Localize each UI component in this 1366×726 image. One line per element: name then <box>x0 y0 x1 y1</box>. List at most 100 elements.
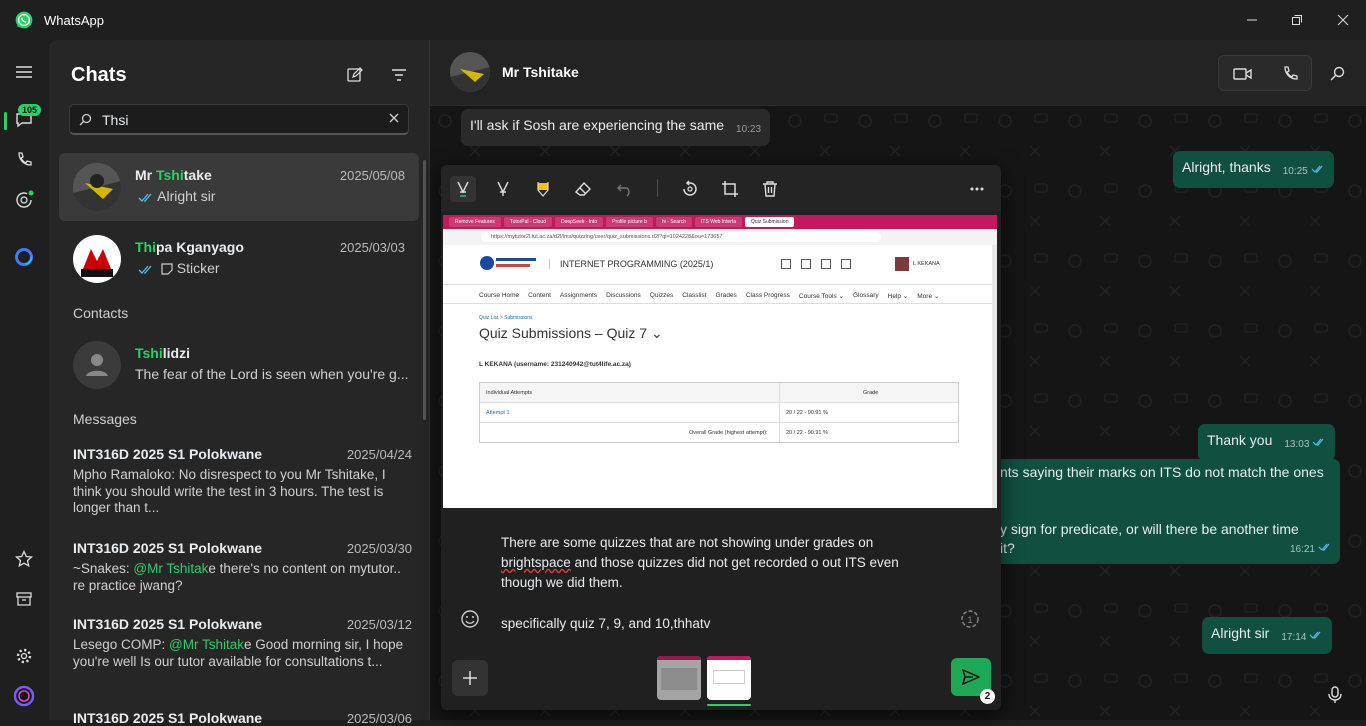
message-preview: Lesego COMP: @Mr Tshitake Good morning s… <box>73 637 404 669</box>
read-ticks-icon <box>1309 631 1321 639</box>
outgoing-message[interactable]: Alright, thanks 10:25 <box>1173 151 1334 188</box>
outgoing-message[interactable]: Alright sir 17:14 <box>1202 617 1333 654</box>
unread-badge: 105 <box>18 104 42 116</box>
media-editor-dialog: Remove Features TutorPal - Cloud DeepSee… <box>441 165 1001 710</box>
browser-url-bar: https://mytutor2l.tut.ac.za/d2l/lms/quiz… <box>443 229 997 245</box>
contact-name[interactable]: Mr Tshitake <box>502 64 579 80</box>
pen-tool-icon[interactable] <box>450 176 476 202</box>
eraser-tool-icon[interactable] <box>570 176 596 202</box>
chat-list-panel: Chats Thsi Mr Tshitake 2025/05/08 Alrigh… <box>49 40 430 726</box>
screenshot-preview[interactable]: Remove Features TutorPal - Cloud DeepSee… <box>443 215 997 508</box>
clear-search-icon[interactable] <box>388 112 400 124</box>
contacts-section-label: Contacts <box>73 305 129 321</box>
search-icon <box>79 113 92 126</box>
read-ticks-icon <box>1318 543 1330 551</box>
selected-indicator <box>707 704 751 706</box>
caption-line[interactable]: specifically quiz 7, 9, and 10,thhatv <box>501 616 710 631</box>
search-messages-icon[interactable] <box>1330 66 1345 81</box>
contact-item-tshilidzi[interactable]: Tshilidzi The fear of the Lord is seen w… <box>59 331 419 399</box>
media-thumbnail[interactable] <box>657 656 701 700</box>
chat-name: Thipa Kganyago <box>135 239 244 255</box>
table-header-row: Individual Attempts Grade <box>480 383 958 403</box>
course-nav: Course Home Content Assignments Discussions… <box>479 292 940 300</box>
meta-ai-icon[interactable] <box>10 243 38 271</box>
starred-icon[interactable] <box>10 545 38 573</box>
menu-icon[interactable] <box>10 58 38 86</box>
chat-date: 2025/03/03 <box>339 240 405 255</box>
message-date: 2025/03/30 <box>346 541 412 556</box>
status-icon[interactable] <box>10 186 38 214</box>
active-indicator <box>4 112 7 130</box>
outgoing-message[interactable]: Thank you 13:03 <box>1198 424 1336 461</box>
message-result[interactable]: INT316D 2025 S1 Polokwane 2025/03/12 Les… <box>73 616 412 687</box>
toolbar-separator <box>657 179 658 197</box>
read-ticks-icon <box>1311 165 1323 173</box>
video-call-icon[interactable] <box>1233 66 1253 82</box>
emoji-icon[interactable] <box>460 609 480 629</box>
read-ticks-icon <box>1312 438 1324 446</box>
search-box[interactable]: Thsi <box>69 104 409 135</box>
archived-icon[interactable] <box>10 585 38 613</box>
settings-icon[interactable] <box>10 642 38 670</box>
table-row: Overall Grade (highest attempt): 20 / 22 … <box>689 430 828 436</box>
media-count-badge: 2 <box>980 689 995 704</box>
sticker-icon <box>161 263 173 275</box>
message-result[interactable]: INT316D 2025 S1 Polokwane 2025/04/24 Mph… <box>73 446 412 517</box>
microphone-icon[interactable] <box>1328 686 1342 704</box>
message-date: 2025/03/12 <box>346 617 412 632</box>
user-name: L KEKANA <box>913 261 940 267</box>
marker-tool-icon[interactable] <box>490 176 516 202</box>
message-preview: ~Snakes: @Mr Tshitake there's no content… <box>73 561 401 593</box>
contact-about: The fear of the Lord is seen when you're… <box>135 366 409 382</box>
new-chat-icon[interactable] <box>344 64 366 86</box>
more-options-icon[interactable] <box>964 176 990 202</box>
undo-icon[interactable] <box>612 176 638 202</box>
add-media-button[interactable] <box>452 660 488 696</box>
rotate-icon[interactable] <box>677 176 703 202</box>
message-date: 2025/04/24 <box>346 447 412 462</box>
navigation-rail: 105 <box>0 40 49 720</box>
search-input[interactable]: Thsi <box>102 112 128 128</box>
message-date: 2025/03/06 <box>346 711 412 726</box>
editor-toolbar <box>441 165 1001 212</box>
avatar <box>73 163 121 211</box>
chats-title: Chats <box>71 64 127 86</box>
voice-call-icon[interactable] <box>1281 65 1299 83</box>
student-username: L KEKANA (username: 231240942@tut4life.a… <box>479 361 631 368</box>
title-bar: WhatsApp <box>0 0 1366 40</box>
chat-item-mr-tshitake[interactable]: Mr Tshitake 2025/05/08 Alright sir <box>59 153 419 221</box>
caption-input[interactable]: There are some quizzes that are not show… <box>501 533 941 593</box>
close-window-button[interactable] <box>1329 6 1357 34</box>
delete-icon[interactable] <box>757 176 783 202</box>
chat-date: 2025/05/08 <box>339 168 405 183</box>
preview-scrollbar[interactable] <box>992 245 997 508</box>
message-result[interactable]: INT316D 2025 S1 Polokwane 2025/03/06 <box>73 710 412 726</box>
message-result[interactable]: INT316D 2025 S1 Polokwane 2025/03/30 ~Sn… <box>73 540 412 594</box>
default-avatar-icon <box>73 341 121 389</box>
minimize-button[interactable] <box>1238 6 1266 34</box>
outgoing-message[interactable]: nts saying their marks on ITS do not mat… <box>990 459 1340 564</box>
divider <box>443 303 997 304</box>
divider <box>443 284 997 285</box>
avatar <box>73 235 121 283</box>
profile-avatar-icon[interactable] <box>10 682 38 710</box>
chat-item-thipa-kganyago[interactable]: Thipa Kganyago 2025/03/03 Sticker <box>59 225 419 293</box>
incoming-message[interactable]: I'll ask if Sosh are experiencing the sa… <box>461 109 771 146</box>
maximize-button[interactable] <box>1283 6 1311 34</box>
chat-preview: Alright sir <box>135 188 410 204</box>
highlighter-tool-icon[interactable] <box>530 176 556 202</box>
breadcrumb: Quiz List > Submissions <box>479 315 533 321</box>
crop-icon[interactable] <box>717 176 743 202</box>
contact-avatar[interactable] <box>450 52 490 92</box>
chat-list-scrollbar[interactable] <box>423 160 426 420</box>
media-thumbnail-selected[interactable] <box>707 656 751 700</box>
read-ticks-icon <box>138 265 152 274</box>
read-ticks-icon <box>138 193 152 202</box>
view-once-icon[interactable]: 1 <box>960 609 980 629</box>
user-avatar <box>895 257 909 271</box>
filter-icon[interactable] <box>388 64 410 86</box>
conversation-header[interactable]: Mr Tshitake <box>430 40 1366 106</box>
chat-preview: Sticker <box>135 260 410 276</box>
calls-icon[interactable] <box>10 146 38 174</box>
browser-tabs: Remove Features TutorPal - Cloud DeepSee… <box>443 215 997 229</box>
